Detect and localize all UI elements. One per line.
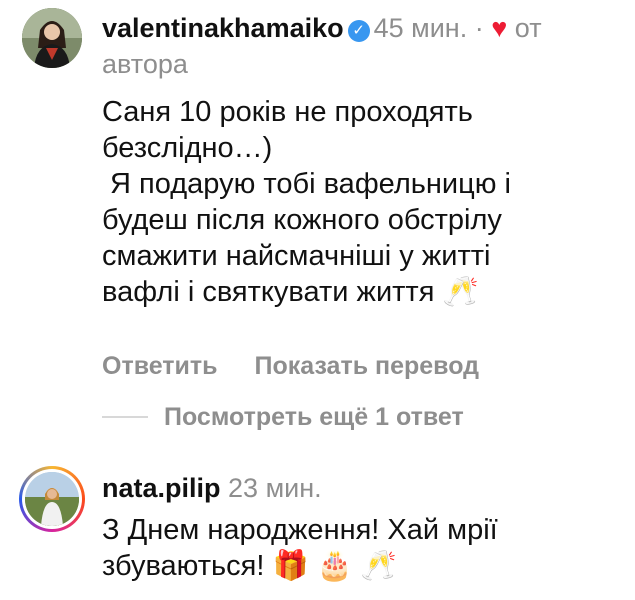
avatar-photo — [25, 472, 79, 526]
divider-line — [102, 416, 148, 418]
comment-actions: Ответить Показать перевод — [102, 352, 509, 381]
liked-by-author-label-line2: автора — [102, 49, 188, 79]
liked-by-author-label: от — [514, 13, 542, 43]
timestamp: 23 мин. — [228, 473, 322, 503]
avatar-photo — [22, 8, 82, 68]
timestamp: 45 мин. — [373, 13, 468, 43]
comment-text-line: Я подарую тобі вафельницю і — [102, 168, 511, 200]
comment-text-line: Саня 10 років не проходять — [102, 96, 473, 128]
comment-text-line: будеш після кожного обстрілу — [102, 204, 502, 236]
verified-badge-icon: ✓ — [347, 20, 370, 42]
avatar-story-ring[interactable] — [19, 466, 85, 532]
show-translation-button[interactable]: Показать перевод — [254, 352, 479, 380]
view-more-replies-label[interactable]: Посмотреть ещё 1 ответ — [164, 403, 464, 432]
view-more-replies[interactable]: Посмотреть ещё 1 ответ — [102, 402, 464, 432]
username[interactable]: nata.pilip — [102, 473, 221, 503]
heart-icon: ♥ — [491, 13, 508, 43]
comment-text-line: збуваються! 🎁 🎂 🥂 — [102, 550, 397, 582]
username[interactable]: valentinakhamaiko — [102, 13, 344, 43]
separator: · — [474, 13, 484, 43]
comment-text-line: З Днем народження! Хай мрії — [102, 514, 498, 546]
comment-meta: nata.pilip 23 мин. — [102, 470, 322, 506]
comment-text-line: безслідно…) — [102, 132, 273, 164]
comment-text-line: вафлі і святкувати життя 🥂 — [102, 276, 479, 308]
comment-meta: valentinakhamaiko ✓ 45 мин. · ♥ от — [102, 10, 542, 46]
avatar[interactable] — [22, 8, 82, 68]
reply-button[interactable]: Ответить — [102, 352, 218, 380]
avatar — [25, 472, 79, 526]
comment-text-line: смажити найсмачніші у житті — [102, 240, 491, 272]
comment-text: Саня 10 років не проходять безслідно…) Я… — [102, 94, 511, 310]
comment-text: З Днем народження! Хай мрії збуваються! … — [102, 512, 498, 584]
